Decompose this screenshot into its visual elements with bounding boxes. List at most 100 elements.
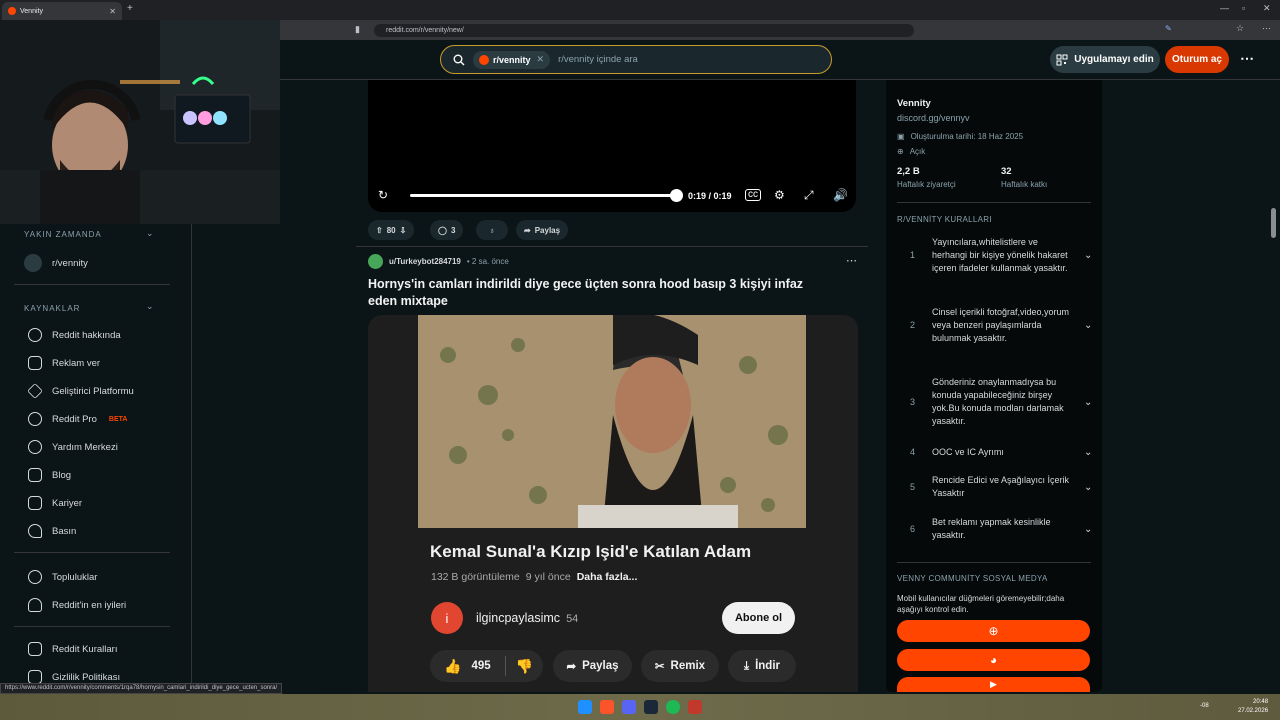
post-options-icon[interactable]: ⋯ [846,254,857,267]
yt-share-button[interactable]: ➦ Paylaş [553,650,632,682]
discord-link[interactable]: discord.gg/vennyv [897,113,970,123]
sidebar-item-careers[interactable]: Kariyer [28,496,82,510]
post-time: • 2 sa. önce [466,257,509,266]
sidebar-item-advertise[interactable]: Reklam ver [28,356,100,370]
video-seekbar[interactable] [410,194,678,197]
channel-avatar[interactable]: i [431,602,463,634]
video-thumbnail[interactable] [418,315,806,528]
sidebar-item-press[interactable]: Basın [28,524,76,538]
search-icon [453,54,465,66]
rule-text: Yayıncılara,whitelistlere ve herhangi bi… [932,237,1068,273]
recent-item-vennity[interactable]: r/vennity [24,254,88,272]
replay-icon[interactable]: ↻ [378,188,388,202]
browser-menu-icon[interactable]: ⋯ [1262,23,1271,34]
downvote-icon[interactable]: ⇩ [400,226,407,235]
rule-item[interactable]: 3 Gönderiniz onaylanmadıysa bu konuda yap… [910,376,1092,428]
youtube-button[interactable]: ▶ [897,677,1090,692]
close-window-icon[interactable]: ✕ [1263,3,1271,14]
upload-age: 9 yıl önce [525,571,571,583]
sidebar-item-rules[interactable]: Reddit Kuralları [28,642,117,656]
chevron-down-icon: ⌄ [1084,250,1093,261]
user-avatar[interactable] [368,254,383,269]
favorites-icon[interactable]: ☆ [1236,23,1244,34]
comments-button[interactable]: ◯ 3 [430,220,464,240]
website-button[interactable]: ⊕ [897,620,1090,642]
subscribe-button[interactable]: Abone ol [722,602,795,634]
webcam-image [0,20,280,224]
post-author[interactable]: u/Turkeybot284719 [389,257,461,266]
browser-tab[interactable]: Vennity ✕ [2,2,122,20]
chevron-down-icon: ⌄ [1084,396,1093,408]
sidebar-item-help[interactable]: Yardım Merkezi [28,440,118,454]
sidebar-item-communities[interactable]: Topluluklar [28,570,97,584]
system-clock[interactable]: 20:48 27.02.2026 [1238,698,1268,716]
new-tab-icon[interactable]: + [127,3,133,14]
chip-close-icon[interactable]: ✕ [537,54,545,65]
minimize-icon[interactable]: — [1220,3,1229,13]
upvote-icon[interactable]: ⇧ [376,226,383,235]
sidebar-item-about[interactable]: Reddit hakkında [28,328,121,342]
url-field[interactable]: reddit.com/r/vennity/new/ [374,24,914,37]
discord-button[interactable]: ◕ [897,649,1090,671]
rules-icon [28,642,42,656]
weather-temp[interactable]: -08 [1200,703,1209,709]
sidebar-item-best-of[interactable]: Reddit'in en iyileri [28,598,126,612]
chevron-up-icon[interactable]: ⌄ [146,228,154,239]
page-scrollbar[interactable] [1271,208,1276,238]
rule-text: Cinsel içerikli fotoğraf,video,yorum vey… [932,307,1070,343]
more-link[interactable]: Daha fazla... [577,571,638,583]
youtube-title[interactable]: Kemal Sunal'a Kızıp Işid'e Katılan Adam [430,542,751,562]
fullscreen-icon[interactable]: ⤢ [804,188,814,203]
spotify-icon[interactable] [666,700,680,714]
visibility-label: Açık [909,147,926,156]
sidebar-item-label: Reddit'in en iyileri [52,599,127,611]
award-button[interactable]: ♁ [476,220,508,240]
login-button[interactable]: Oturum aç [1165,46,1229,73]
sidebar-item-privacy[interactable]: Gizlilik Politikası [28,670,120,684]
channel-name[interactable]: ilgincpaylasimc [476,611,560,625]
share-icon: ➦ [524,225,531,235]
sidebar-item-blog[interactable]: Blog [28,468,71,482]
volume-icon[interactable]: 🔊 [833,188,848,202]
steam-icon[interactable] [644,700,658,714]
more-options-icon[interactable]: ⋯ [1240,50,1254,67]
rule-number: 5 [910,481,916,492]
recent-item-label: r/vennity [52,257,88,269]
download-button[interactable]: ⤓ İndir [728,650,796,682]
sidebar-item-developer[interactable]: Geliştirici Platformu [27,383,134,399]
rule-item[interactable]: 1 Yayıncılara,whitelistlere ve herhangi b… [910,236,1092,275]
discord-taskbar-icon[interactable] [622,700,636,714]
remix-button[interactable]: ✂ Remix [641,650,719,682]
rule-item[interactable]: 2 Cinsel içerikli fotoğraf,video,yorum ve… [910,306,1092,345]
reddit-favicon-icon [8,7,16,15]
maximize-icon[interactable]: ▫ [1242,3,1245,13]
rule-item[interactable]: 6 Bet reklamı yapmak kesinlikle yasaktır.… [910,516,1092,542]
rule-item[interactable]: 4 OOC ve IC Ayrımı ⌄ [910,446,1092,459]
captions-icon[interactable]: cc [745,189,761,201]
get-app-button[interactable]: Uygulamayı edin [1050,46,1160,73]
post-title[interactable]: Hornys'in camları indirildi diye gece üç… [368,276,828,310]
sidebar-item-pro[interactable]: Reddit Pro BETA [28,412,127,426]
share-button[interactable]: ➦ Paylaş [516,220,569,240]
search-bar[interactable]: r/vennity ✕ r/vennity içinde ara [440,45,832,74]
seek-handle[interactable] [670,189,683,202]
chevron-up-icon[interactable]: ⌄ [146,301,154,312]
communities-icon [28,570,42,584]
subreddit-chip[interactable]: r/vennity ✕ [473,50,551,69]
get-app-label: Uygulamayı edin [1074,54,1154,65]
extension-icon[interactable]: ✎ [1165,24,1172,33]
thumbs-down-icon[interactable]: 👎 [516,658,533,675]
windows-start-icon[interactable] [578,700,592,714]
chevron-down-icon: ⌄ [1084,447,1093,458]
close-tab-icon[interactable]: ✕ [109,7,116,16]
app-icon[interactable] [688,700,702,714]
rule-item[interactable]: 5 Rencide Edici ve Aşağılayıcı İçerik Yas… [910,474,1092,500]
subreddit-avatar-icon [479,54,489,65]
settings-gear-icon[interactable]: ⚙ [774,188,785,202]
thumbnail-image [418,315,806,528]
microphone-icon [28,524,42,538]
subreddit-chip-label: r/vennity [493,54,531,65]
brave-browser-icon[interactable] [600,700,614,714]
bookmark-icon[interactable]: ▮ [355,24,360,35]
thumbs-up-icon[interactable]: 👍 [444,658,461,675]
